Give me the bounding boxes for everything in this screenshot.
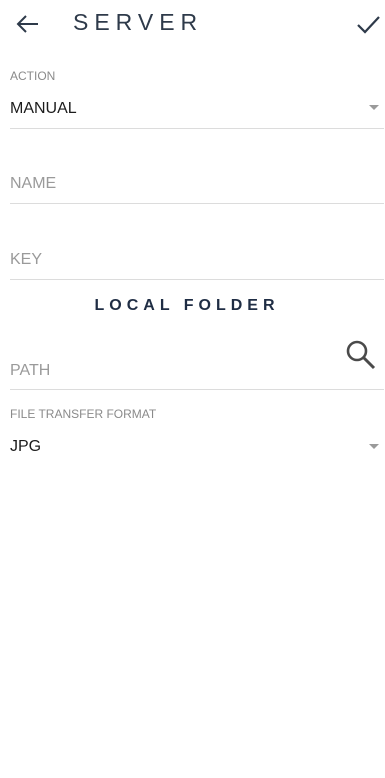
name-divider	[10, 203, 384, 204]
action-divider	[10, 128, 384, 129]
chevron-down-icon	[369, 444, 379, 449]
name-placeholder: NAME	[10, 175, 57, 192]
page-title: SERVER	[73, 9, 204, 35]
confirm-button[interactable]	[354, 10, 382, 38]
section-heading-local-folder: LOCAL FOLDER	[94, 297, 280, 314]
search-icon	[346, 340, 376, 370]
checkmark-icon	[357, 16, 380, 34]
key-divider	[10, 279, 384, 280]
file-transfer-format-value: JPG	[10, 438, 42, 455]
arrow-left-icon	[16, 15, 38, 33]
file-transfer-format-label: FILE TRANSFER FORMAT	[10, 407, 157, 421]
action-value: MANUAL	[10, 100, 77, 117]
chevron-down-icon	[369, 105, 379, 110]
path-placeholder: PATH	[10, 362, 51, 379]
key-placeholder: KEY	[10, 251, 43, 268]
action-label: ACTION	[10, 69, 56, 83]
back-button[interactable]	[14, 10, 46, 38]
path-divider	[10, 389, 384, 390]
browse-folder-button[interactable]	[344, 338, 378, 372]
toolbar: SERVER	[0, 0, 385, 50]
